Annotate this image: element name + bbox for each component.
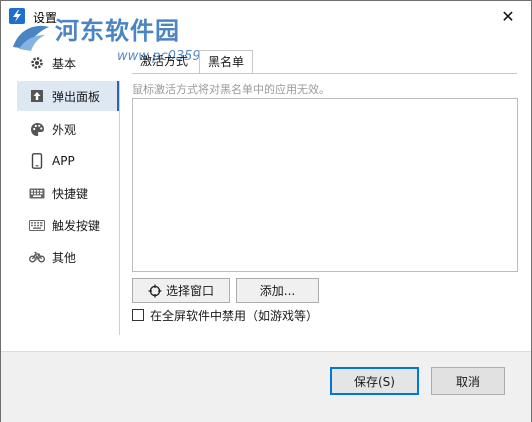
disable-fullscreen-label: 在全屏软件中禁用（如游戏等） bbox=[150, 308, 319, 323]
settings-window: 设置 ✕ 河东软件园 www.pc0359.cn 基本 弹出面板 外观 APP … bbox=[0, 0, 532, 422]
tab-underline bbox=[132, 73, 517, 74]
close-button[interactable]: ✕ bbox=[485, 1, 531, 31]
save-button[interactable]: 保存(S) bbox=[330, 367, 419, 395]
sidebar-item-label: 触发按键 bbox=[52, 218, 101, 233]
sidebar-item-other[interactable]: 其他 bbox=[17, 242, 117, 272]
sidebar-item-basic[interactable]: 基本 bbox=[17, 48, 117, 78]
palette-icon bbox=[29, 121, 45, 137]
add-button[interactable]: 添加... bbox=[236, 278, 319, 303]
sidebar-item-popup-panel[interactable]: 弹出面板 bbox=[17, 81, 119, 111]
select-window-label: 选择窗口 bbox=[165, 284, 214, 298]
sidebar-item-label: 外观 bbox=[52, 122, 77, 137]
sidebar-divider bbox=[119, 81, 120, 335]
sidebar-item-label: 快捷键 bbox=[52, 186, 89, 201]
blacklist-app-list[interactable] bbox=[132, 98, 518, 272]
popup-panel-icon bbox=[29, 88, 45, 104]
dialog-footer: 保存(S) 取消 bbox=[1, 351, 531, 422]
sidebar-item-trigger-keys[interactable]: 触发按键 bbox=[17, 210, 117, 240]
disable-fullscreen-checkbox[interactable] bbox=[132, 309, 144, 321]
tab-activation-mode[interactable]: 激活方式 bbox=[132, 50, 196, 73]
close-icon: ✕ bbox=[501, 6, 515, 26]
cancel-button[interactable]: 取消 bbox=[431, 367, 505, 395]
blacklist-hint: 鼠标激活方式将对黑名单中的应用无效。 bbox=[132, 83, 330, 96]
tab-blacklist[interactable]: 黑名单 bbox=[199, 50, 254, 74]
sidebar-item-label: 基本 bbox=[52, 56, 77, 71]
watermark-text: 河东软件园 bbox=[55, 16, 180, 45]
sidebar-item-app[interactable]: APP bbox=[17, 146, 117, 176]
sidebar-item-label: APP bbox=[52, 154, 75, 168]
gear-icon bbox=[29, 55, 45, 71]
bicycle-icon bbox=[29, 249, 45, 265]
sidebar-item-appearance[interactable]: 外观 bbox=[17, 114, 117, 144]
keyboard-icon bbox=[29, 185, 45, 201]
select-window-button[interactable]: 选择窗口 bbox=[132, 278, 230, 303]
sidebar-nav: 基本 弹出面板 外观 APP 快捷键 触发按键 其他 bbox=[17, 48, 120, 333]
phone-icon bbox=[29, 153, 45, 169]
disable-fullscreen-row: 在全屏软件中禁用（如游戏等） bbox=[132, 307, 318, 323]
keyboard-trigger-icon bbox=[29, 217, 45, 233]
sidebar-item-label: 弹出面板 bbox=[52, 89, 101, 104]
sidebar-item-shortcuts[interactable]: 快捷键 bbox=[17, 178, 117, 208]
crosshair-icon bbox=[148, 284, 162, 298]
sidebar-item-label: 其他 bbox=[52, 250, 77, 265]
